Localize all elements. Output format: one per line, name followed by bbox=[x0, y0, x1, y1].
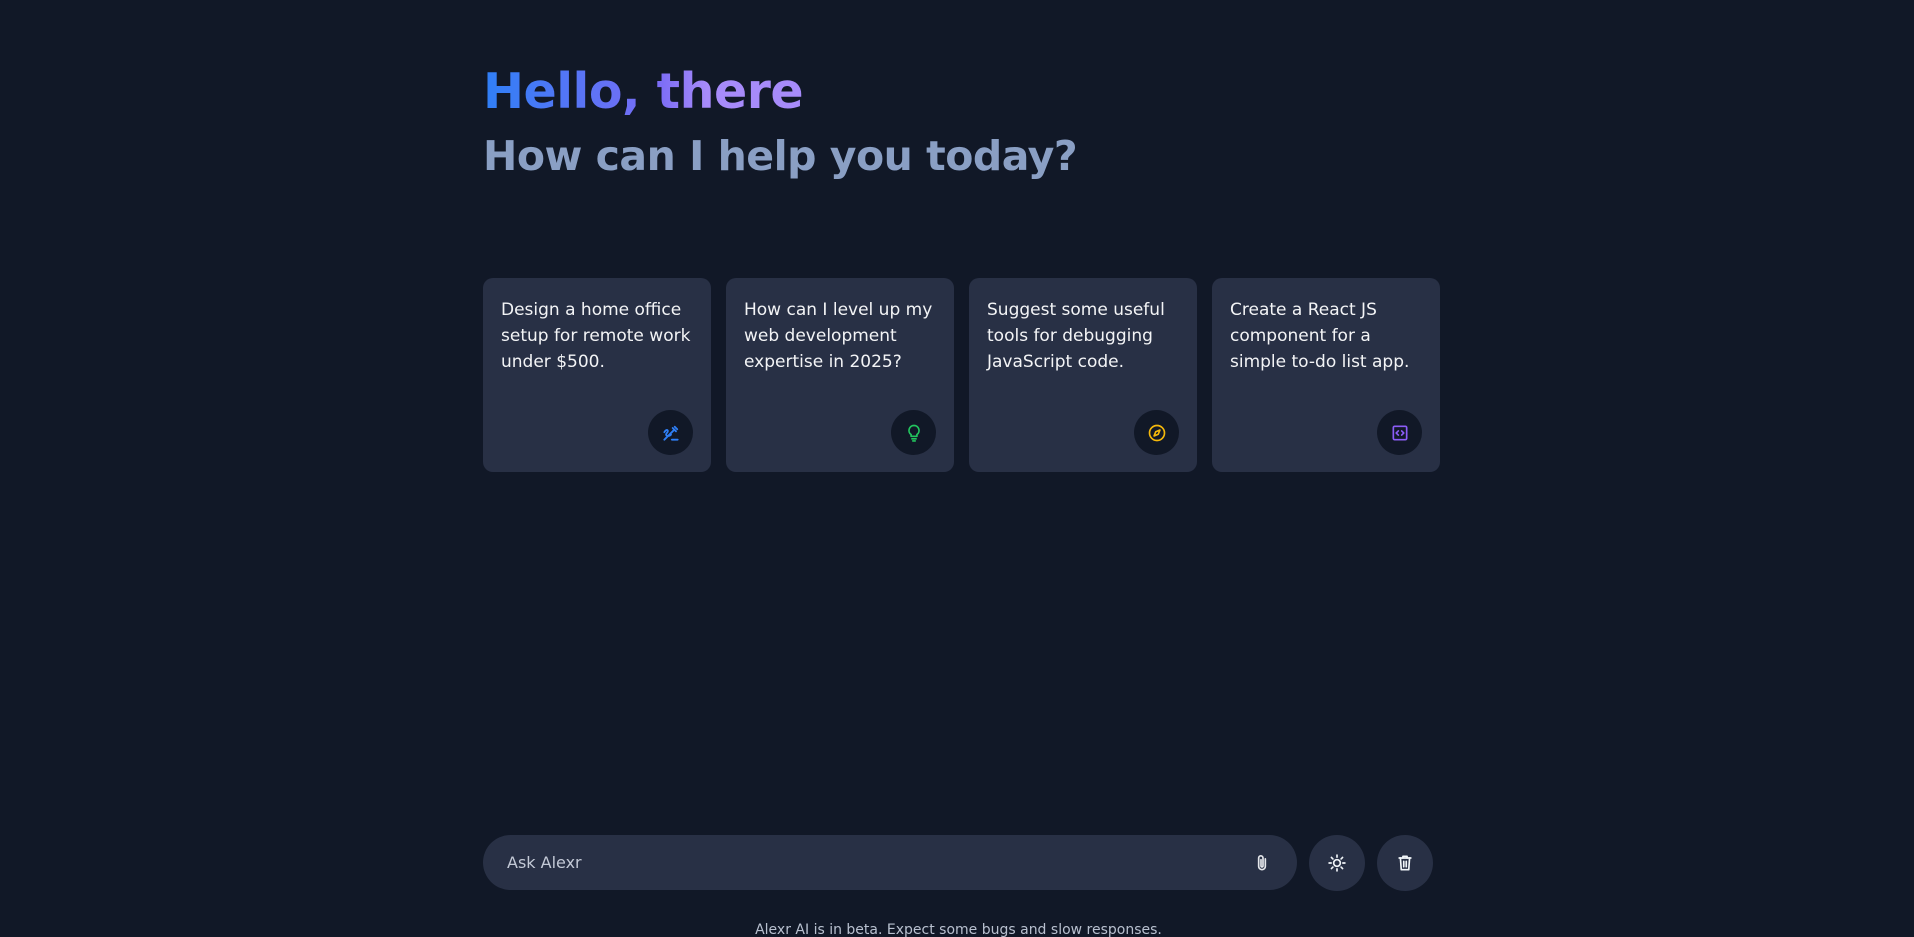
explore-icon bbox=[1134, 410, 1179, 455]
suggestion-text: How can I level up my web development ex… bbox=[744, 300, 933, 372]
suggestion-card[interactable]: Create a React JS component for a simple… bbox=[1212, 278, 1440, 472]
light-mode-icon bbox=[1328, 854, 1346, 872]
suggestion-card[interactable]: Suggest some useful tools for debugging … bbox=[969, 278, 1197, 472]
prompt-input[interactable] bbox=[507, 835, 1207, 890]
lightbulb-icon bbox=[891, 410, 936, 455]
theme-toggle-button[interactable] bbox=[1309, 835, 1365, 891]
app-root: Hello, there How can I help you today? D… bbox=[0, 0, 1914, 937]
suggestion-card[interactable]: How can I level up my web development ex… bbox=[726, 278, 954, 472]
suggestion-card[interactable]: Design a home office setup for remote wo… bbox=[483, 278, 711, 472]
suggestion-text: Suggest some useful tools for debugging … bbox=[987, 300, 1165, 372]
greeting-heading: Hello, there bbox=[483, 63, 804, 120]
delete-icon bbox=[1398, 855, 1412, 871]
draw-icon bbox=[648, 410, 693, 455]
attach-file-icon[interactable] bbox=[1247, 848, 1277, 878]
subheading: How can I help you today? bbox=[483, 132, 1078, 180]
prompt-bar bbox=[483, 835, 1297, 890]
suggestion-text: Design a home office setup for remote wo… bbox=[501, 300, 691, 372]
suggestion-text: Create a React JS component for a simple… bbox=[1230, 300, 1410, 372]
code-blocks-icon bbox=[1377, 410, 1422, 455]
suggestion-list: Design a home office setup for remote wo… bbox=[483, 278, 1440, 472]
delete-chats-button[interactable] bbox=[1377, 835, 1433, 891]
beta-disclaimer: Alexr AI is in beta. Expect some bugs an… bbox=[755, 922, 1162, 937]
